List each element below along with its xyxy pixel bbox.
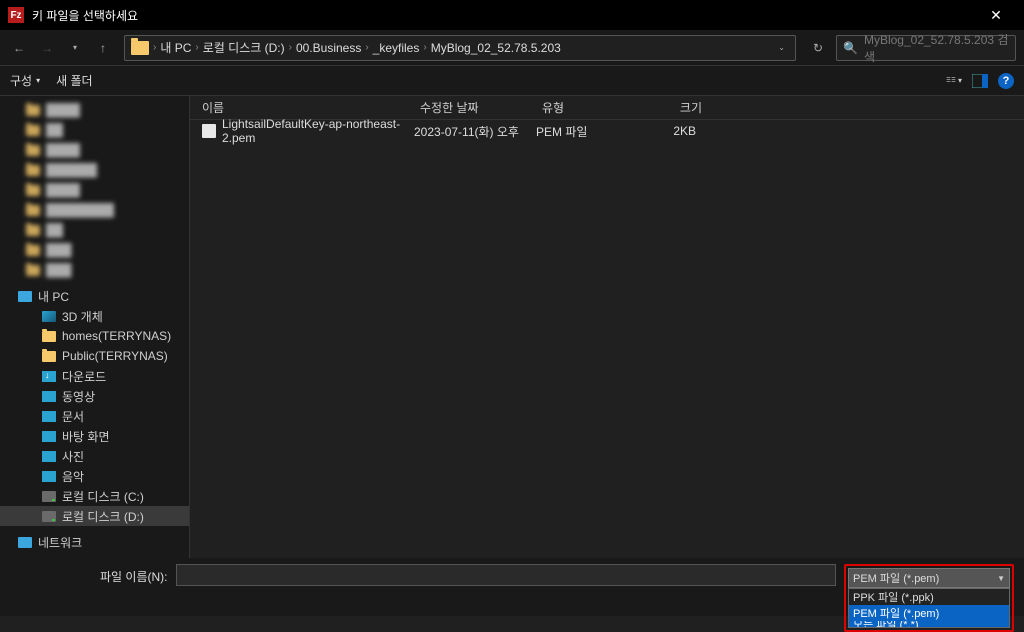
- filename-label: 파일 이름(N):: [10, 568, 168, 585]
- filter-dropdown: PPK 파일 (*.ppk) PEM 파일 (*.pem) 모든 파일 (*.*…: [848, 588, 1010, 628]
- sidebar-item-public[interactable]: Public(TERRYNAS): [0, 346, 189, 366]
- sidebar-item-documents[interactable]: 문서: [0, 406, 189, 426]
- filter-option-all[interactable]: 모든 파일 (*.*): [849, 621, 1009, 627]
- filename-input[interactable]: [176, 564, 837, 586]
- view-mode-button[interactable]: ▾: [946, 73, 962, 89]
- breadcrumb-item[interactable]: MyBlog_02_52.78.5.203: [431, 41, 561, 55]
- file-type-filter[interactable]: PEM 파일 (*.pem) ▼: [848, 568, 1010, 588]
- toolbar: 구성▾ 새 폴더 ▾ ?: [0, 66, 1024, 96]
- app-icon: Fz: [8, 7, 24, 23]
- search-placeholder: MyBlog_02_52.78.5.203 검색: [864, 31, 1009, 65]
- filter-selected-text: PEM 파일 (*.pem): [853, 570, 939, 586]
- file-type: PEM 파일: [536, 123, 636, 140]
- breadcrumb[interactable]: › 내 PC› 로컬 디스크 (D:)› 00.Business› _keyfi…: [124, 35, 796, 61]
- sidebar-item-videos[interactable]: 동영상: [0, 386, 189, 406]
- sidebar-item[interactable]: ███: [0, 260, 189, 280]
- new-folder-button[interactable]: 새 폴더: [56, 72, 92, 89]
- sidebar-item[interactable]: ████████: [0, 200, 189, 220]
- sidebar-item[interactable]: ████: [0, 140, 189, 160]
- sidebar-item[interactable]: ████: [0, 180, 189, 200]
- sidebar-item[interactable]: ███: [0, 240, 189, 260]
- up-button[interactable]: ↑: [92, 37, 114, 59]
- sidebar-item-homes[interactable]: homes(TERRYNAS): [0, 326, 189, 346]
- sidebar-item[interactable]: ██: [0, 120, 189, 140]
- sidebar-item-downloads[interactable]: 다운로드: [0, 366, 189, 386]
- search-input[interactable]: 🔍 MyBlog_02_52.78.5.203 검색: [836, 35, 1016, 61]
- sidebar: ████ ██ ████ ██████ ████ ████████ ██ ███…: [0, 96, 190, 558]
- sidebar-item-pictures[interactable]: 사진: [0, 446, 189, 466]
- file-name: LightsailDefaultKey-ap-northeast-2.pem: [222, 117, 414, 145]
- help-button[interactable]: ?: [998, 73, 1014, 89]
- sidebar-network[interactable]: 네트워크: [0, 532, 189, 552]
- refresh-button[interactable]: ↻: [806, 41, 830, 55]
- sidebar-item[interactable]: ██████: [0, 160, 189, 180]
- main-area: ████ ██ ████ ██████ ████ ████████ ██ ███…: [0, 96, 1024, 558]
- breadcrumb-item[interactable]: 내 PC: [160, 39, 191, 56]
- sidebar-item[interactable]: ██: [0, 220, 189, 240]
- sidebar-item-3d[interactable]: 3D 개체: [0, 306, 189, 326]
- column-header-date[interactable]: 수정한 날짜: [420, 99, 542, 116]
- sidebar-item[interactable]: ████: [0, 100, 189, 120]
- file-date: 2023-07-11(화) 오후: [414, 123, 536, 140]
- breadcrumb-item[interactable]: 00.Business: [296, 41, 361, 55]
- forward-button[interactable]: →: [36, 37, 58, 59]
- file-size: 2KB: [636, 124, 696, 138]
- column-header-type[interactable]: 유형: [542, 99, 642, 116]
- file-icon: [202, 124, 216, 138]
- file-row[interactable]: LightsailDefaultKey-ap-northeast-2.pem 2…: [190, 120, 1024, 142]
- highlight-box: PEM 파일 (*.pem) ▼ PPK 파일 (*.ppk) PEM 파일 (…: [844, 564, 1014, 632]
- chevron-down-icon: ▼: [997, 574, 1005, 583]
- file-list-area: 이름 수정한 날짜 유형 크기 LightsailDefaultKey-ap-n…: [190, 96, 1024, 558]
- filter-option-ppk[interactable]: PPK 파일 (*.ppk): [849, 589, 1009, 605]
- back-button[interactable]: ←: [8, 37, 30, 59]
- sidebar-item-music[interactable]: 음악: [0, 466, 189, 486]
- sidebar-item-drive-d[interactable]: 로컬 디스크 (D:): [0, 506, 189, 526]
- recent-locations-button[interactable]: ▾: [64, 37, 86, 59]
- column-header-size[interactable]: 크기: [642, 99, 702, 116]
- preview-pane-button[interactable]: [972, 73, 988, 89]
- sidebar-item-desktop[interactable]: 바탕 화면: [0, 426, 189, 446]
- column-header-name[interactable]: 이름: [202, 99, 420, 116]
- filter-option-pem[interactable]: PEM 파일 (*.pem): [849, 605, 1009, 621]
- titlebar: Fz 키 파일을 선택하세요 ✕: [0, 0, 1024, 30]
- navbar: ← → ▾ ↑ › 내 PC› 로컬 디스크 (D:)› 00.Business…: [0, 30, 1024, 66]
- window-title: 키 파일을 선택하세요: [32, 7, 976, 24]
- breadcrumb-item[interactable]: 로컬 디스크 (D:): [203, 39, 285, 56]
- sidebar-item-drive-c[interactable]: 로컬 디스크 (C:): [0, 486, 189, 506]
- chevron-down-icon[interactable]: ⌄: [778, 43, 785, 52]
- footer: 파일 이름(N): PEM 파일 (*.pem) ▼ PPK 파일 (*.ppk…: [0, 558, 1024, 616]
- organize-button[interactable]: 구성▾: [10, 72, 40, 89]
- sidebar-my-pc[interactable]: 내 PC: [0, 286, 189, 306]
- close-button[interactable]: ✕: [976, 7, 1016, 24]
- breadcrumb-item[interactable]: _keyfiles: [373, 41, 420, 55]
- search-icon: 🔍: [843, 41, 858, 55]
- folder-icon: [131, 41, 149, 55]
